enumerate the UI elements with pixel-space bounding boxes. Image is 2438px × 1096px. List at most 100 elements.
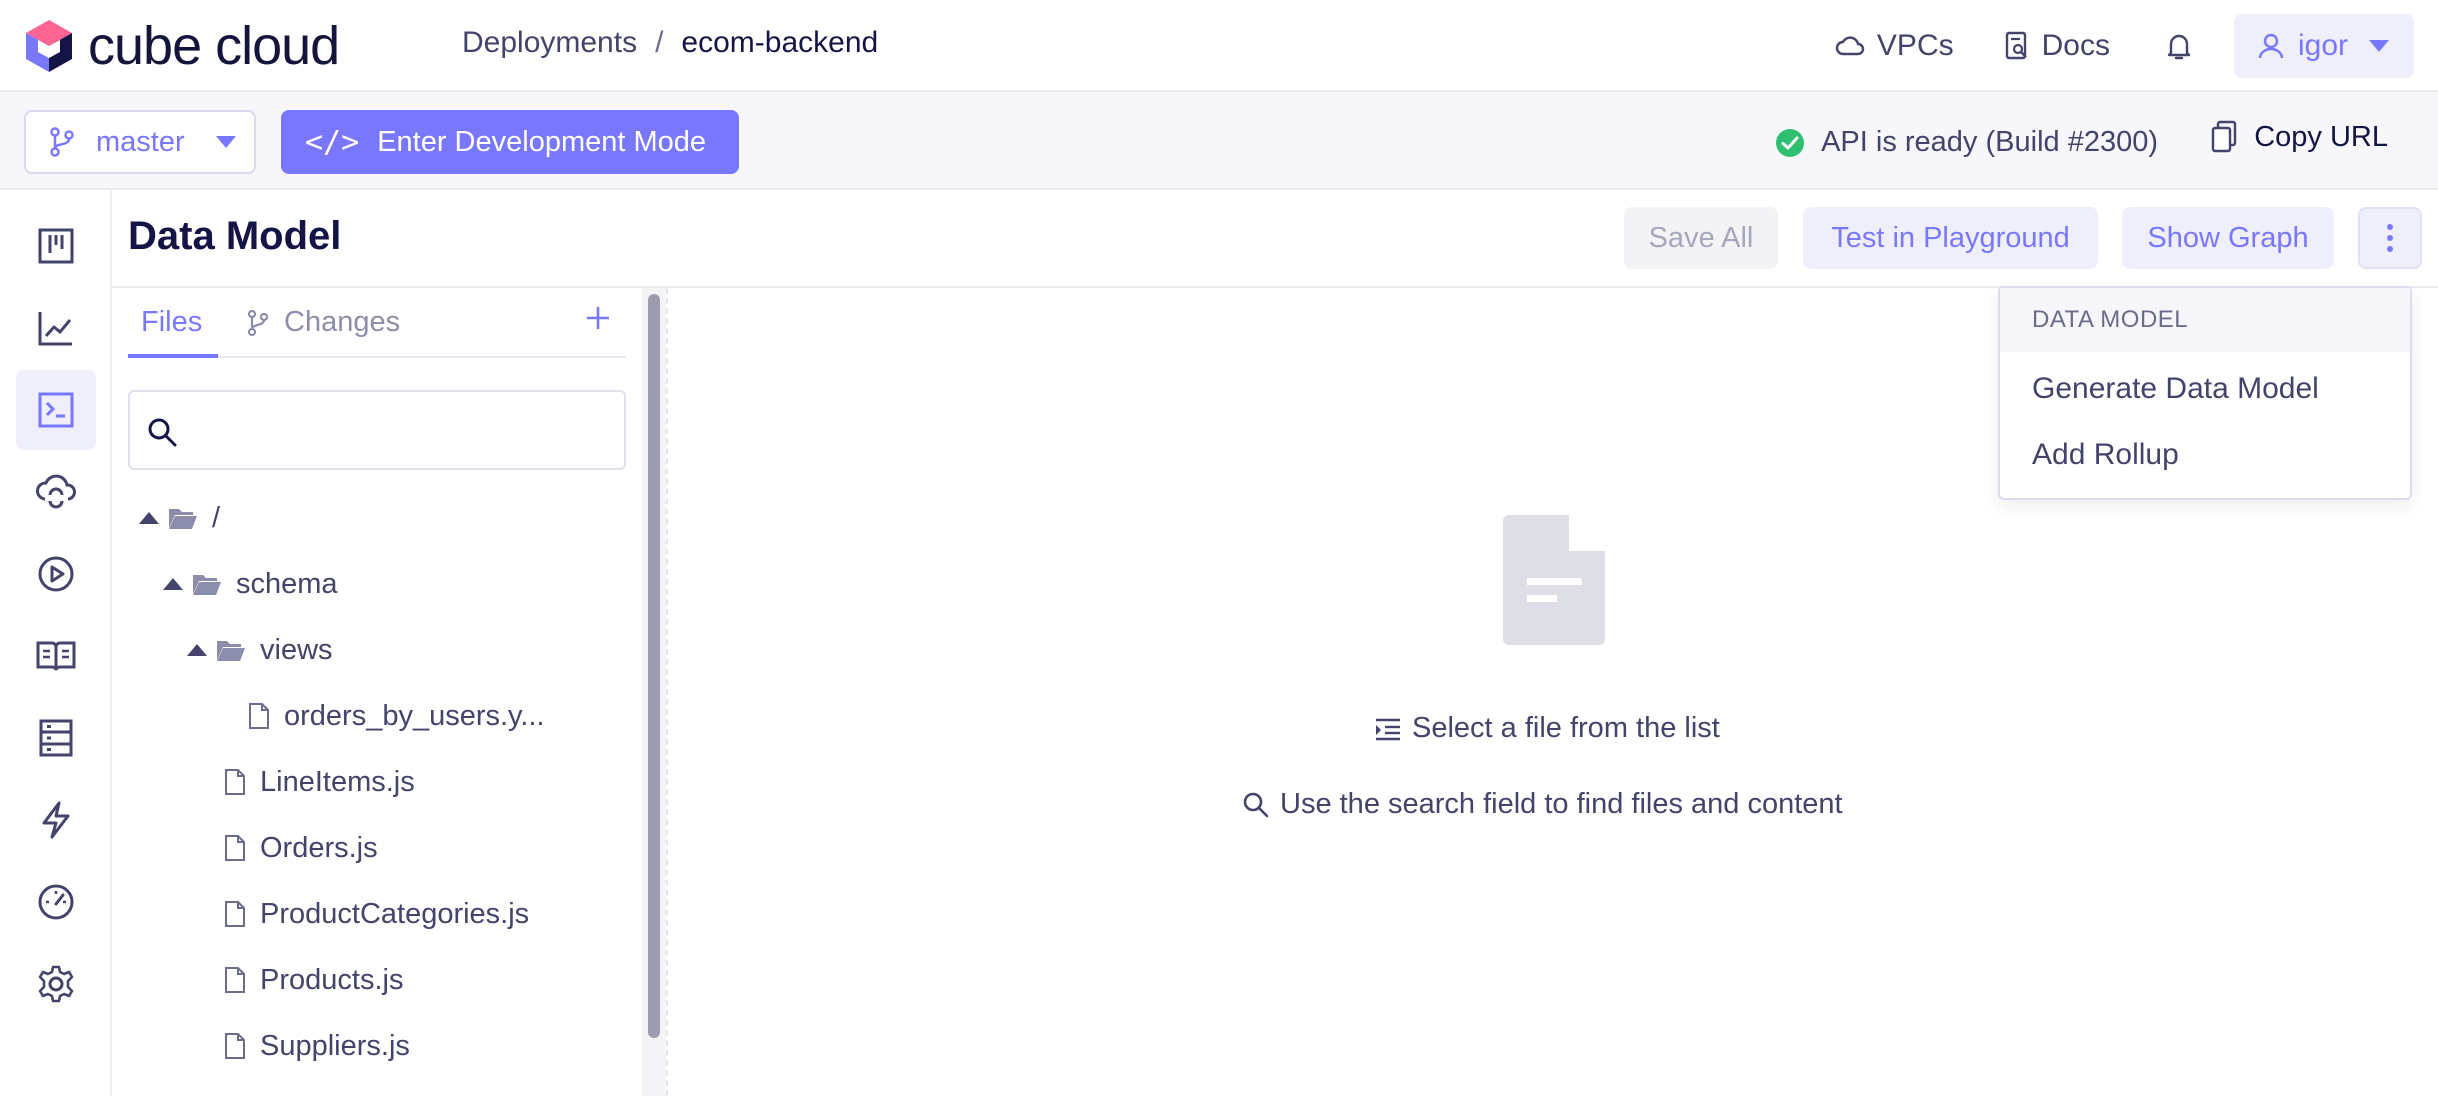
search-icon	[148, 418, 177, 447]
file-search-input[interactable]	[190, 404, 610, 458]
user-icon	[2258, 33, 2284, 59]
file-panel-scroll-thumb[interactable]	[648, 294, 660, 1038]
rail-item-playground[interactable]	[16, 534, 96, 614]
left-navigation-rail	[0, 190, 112, 1096]
gear-icon	[38, 965, 74, 1003]
tree-folder-root[interactable]: /	[138, 492, 220, 544]
rail-item-data-sources[interactable]	[16, 698, 96, 778]
tree-folder-schema[interactable]: schema	[162, 558, 338, 610]
cube-cloud-logo[interactable]: cube cloud	[24, 16, 340, 76]
indent-list-icon	[1376, 718, 1400, 740]
plus-icon	[587, 307, 609, 329]
rail-item-settings[interactable]	[16, 944, 96, 1024]
rail-item-data-model[interactable]	[16, 370, 96, 450]
logo-text: cube cloud	[88, 16, 340, 76]
tree-file[interactable]: LineItems.js	[224, 756, 415, 808]
page-title: Data Model	[128, 214, 342, 258]
caret-down-icon	[215, 136, 236, 148]
gauge-icon	[38, 884, 74, 920]
rail-item-overview[interactable]	[16, 206, 96, 286]
show-graph-button[interactable]: Show Graph	[2122, 207, 2334, 269]
database-icon	[39, 719, 73, 757]
play-circle-icon	[38, 556, 74, 592]
enter-development-mode-button[interactable]: </> Enter Development Mode	[281, 110, 739, 174]
user-menu-button[interactable]: igor	[2233, 14, 2414, 78]
file-icon	[249, 703, 269, 729]
rail-item-deploy[interactable]	[16, 452, 96, 532]
vertical-dots-icon	[2387, 224, 2393, 252]
copy-url-button[interactable]: Copy URL	[2210, 120, 2388, 154]
more-options-button[interactable]	[2358, 207, 2422, 269]
tree-file[interactable]: Suppliers.js	[224, 1020, 410, 1072]
hint-select-text: Select a file from the list	[1412, 712, 1720, 744]
tree-file-label: Products.js	[260, 963, 404, 996]
menu-item-generate-data-model[interactable]: Generate Data Model	[2032, 372, 2319, 406]
docs-label: Docs	[2041, 29, 2110, 62]
hint-select-file: Select a file from the list	[1374, 712, 1720, 745]
tab-files[interactable]: Files	[141, 306, 202, 339]
tree-file[interactable]: Orders.js	[224, 822, 378, 874]
tree-folder-label: views	[260, 633, 333, 666]
test-in-playground-button[interactable]: Test in Playground	[1803, 207, 2098, 269]
lightning-icon	[42, 801, 70, 839]
bell-icon	[2167, 34, 2191, 60]
file-icon	[225, 967, 245, 993]
menu-item-add-rollup[interactable]: Add Rollup	[2032, 438, 2179, 472]
editor-area-border	[666, 288, 668, 1096]
line-chart-icon	[38, 312, 72, 346]
breadcrumb-separator: /	[655, 26, 664, 59]
document-placeholder-icon	[1503, 515, 1605, 645]
file-icon	[225, 769, 245, 795]
tree-file[interactable]: ProductCategories.js	[224, 888, 529, 940]
active-tab-indicator	[128, 354, 218, 358]
rail-item-docs[interactable]	[16, 616, 96, 696]
file-icon	[225, 835, 245, 861]
add-file-button[interactable]	[584, 304, 612, 332]
notifications-button[interactable]	[2166, 31, 2192, 61]
hint-search-text: Use the search field to find files and c…	[1280, 788, 1843, 820]
folder-open-icon	[193, 575, 221, 595]
caret-up-icon	[187, 644, 207, 656]
tab-changes[interactable]: Changes	[246, 306, 400, 339]
tab-changes-label: Changes	[284, 306, 401, 338]
git-branch-icon	[50, 127, 74, 157]
cloud-sync-icon	[36, 474, 76, 509]
branch-selector[interactable]: master	[24, 110, 256, 174]
docs-link[interactable]: Docs	[2004, 29, 2110, 63]
caret-up-icon	[163, 578, 183, 590]
book-open-icon	[36, 641, 76, 671]
file-icon	[225, 1033, 245, 1059]
more-options-dropdown: DATA MODEL Generate Data Model Add Rollu…	[1998, 286, 2412, 500]
tree-file-label: Orders.js	[260, 831, 378, 864]
tree-file-label: ProductCategories.js	[260, 897, 530, 930]
check-circle-icon	[1776, 128, 1805, 157]
tree-folder-label: schema	[236, 567, 338, 600]
rail-item-performance[interactable]	[16, 862, 96, 942]
tree-folder-views[interactable]: views	[186, 624, 333, 676]
breadcrumb-deployments[interactable]: Deployments	[462, 26, 637, 60]
api-status: API is ready (Build #2300)	[1775, 126, 2158, 159]
user-name: igor	[2297, 29, 2348, 62]
folder-open-icon	[217, 641, 245, 661]
caret-up-icon	[139, 512, 159, 524]
terminal-icon	[38, 392, 74, 428]
tree-file[interactable]: orders_by_users.y...	[248, 690, 545, 742]
file-icon	[225, 901, 245, 927]
rail-item-pre-aggregations[interactable]	[16, 780, 96, 860]
tree-file-label: orders_by_users.y...	[284, 699, 545, 732]
vpcs-link[interactable]: VPCs	[1835, 29, 1954, 63]
api-status-text: API is ready (Build #2300)	[1821, 126, 2158, 158]
tree-file[interactable]: Products.js	[224, 954, 403, 1006]
rail-item-metrics[interactable]	[16, 288, 96, 368]
save-all-button[interactable]: Save All	[1624, 207, 1778, 269]
tree-file-label: Suppliers.js	[260, 1029, 410, 1062]
tree-folder-label: /	[212, 501, 221, 534]
search-icon	[1243, 792, 1269, 817]
cloud-icon	[1835, 36, 1865, 56]
dropdown-section-header: DATA MODEL	[2000, 288, 2410, 352]
vpcs-label: VPCs	[1876, 29, 1954, 62]
copy-url-label: Copy URL	[2254, 120, 2388, 153]
board-icon	[38, 228, 74, 264]
git-branch-icon	[247, 309, 269, 336]
tree-file-label: LineItems.js	[260, 765, 415, 798]
